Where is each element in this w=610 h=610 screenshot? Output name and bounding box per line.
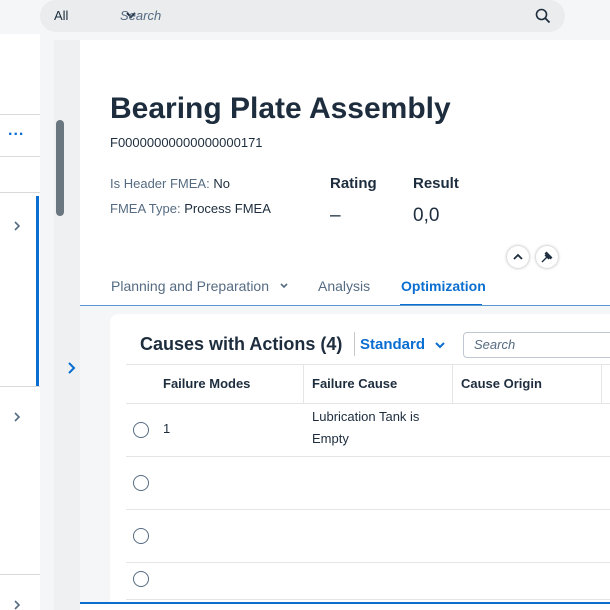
column-divider: [601, 365, 602, 403]
section-tabs: Planning and Preparation Analysis Optimi…: [80, 266, 610, 307]
table-row[interactable]: 1 Lubrication Tank is Empty: [126, 404, 610, 457]
overflow-button[interactable]: ...: [8, 122, 24, 140]
divider: [0, 192, 40, 193]
kpi-result-label: Result: [413, 175, 459, 192]
master-list-pane: ...: [0, 34, 40, 610]
attribute-fmea-type: FMEA Type: Process FMEA: [110, 201, 271, 216]
attribute-is-header-fmea: Is Header FMEA: No: [110, 176, 230, 191]
search-placeholder[interactable]: Search: [120, 8, 161, 23]
pin-icon: [541, 251, 553, 263]
kpi-rating-label: Rating: [330, 175, 377, 192]
tab-planning-and-preparation[interactable]: Planning and Preparation: [111, 278, 289, 294]
row-select-radio[interactable]: [133, 528, 149, 544]
table-header: Failure Modes Failure Cause Cause Origin: [126, 364, 610, 404]
row-select-radio[interactable]: [133, 422, 149, 438]
tab-analysis[interactable]: Analysis: [318, 278, 370, 294]
cell-failure-mode: 1: [163, 421, 171, 436]
expand-chevron-right-icon[interactable]: [66, 362, 78, 374]
row-select-radio[interactable]: [133, 475, 149, 491]
footer-border: [80, 602, 610, 604]
table-title: Causes with Actions (4): [140, 334, 343, 354]
cell-line: Lubrication Tank is: [312, 409, 420, 424]
divider: [0, 386, 40, 387]
attribute-value: Process FMEA: [184, 201, 271, 216]
search-scope-select[interactable]: All: [54, 8, 68, 23]
chevron-down-icon[interactable]: [434, 339, 446, 351]
table-search-placeholder[interactable]: Search: [474, 337, 515, 352]
column-header-failure-cause[interactable]: Failure Cause: [312, 376, 397, 391]
cell-line: Empty: [312, 431, 349, 446]
column-header-failure-modes[interactable]: Failure Modes: [163, 376, 250, 391]
column-divider: [303, 365, 304, 403]
chevron-right-icon[interactable]: [12, 221, 22, 231]
table-row[interactable]: [126, 510, 610, 563]
splitter-scroll-handle[interactable]: [56, 120, 64, 216]
attribute-label: Is Header FMEA:: [110, 176, 210, 191]
causes-with-actions-table-card: Causes with Actions (4) Standard Search …: [110, 314, 610, 602]
table-search-input[interactable]: Search: [463, 332, 610, 358]
table-row[interactable]: [126, 563, 610, 600]
chevron-up-icon: [513, 253, 523, 260]
divider: [0, 114, 40, 115]
column-divider: [452, 365, 453, 403]
divider: [0, 156, 40, 157]
chevron-right-icon[interactable]: [12, 412, 22, 422]
divider: [354, 332, 355, 356]
column-header-cause-origin[interactable]: Cause Origin: [461, 376, 542, 391]
attribute-value: No: [213, 176, 230, 191]
row-select-radio[interactable]: [133, 571, 149, 587]
pin-header-button[interactable]: [536, 246, 558, 268]
variant-management-button[interactable]: Standard: [360, 336, 425, 353]
tab-label: Planning and Preparation: [111, 278, 270, 294]
collapse-header-button[interactable]: [507, 246, 529, 268]
page-title: Bearing Plate Assembly: [110, 92, 451, 125]
attribute-label: FMEA Type:: [110, 201, 181, 216]
shell-bar: All Search: [0, 0, 610, 34]
cell-failure-cause: Lubrication Tank is Empty: [312, 406, 419, 450]
chevron-right-icon[interactable]: [12, 600, 22, 610]
kpi-rating-value: –: [330, 205, 341, 226]
chevron-down-icon: [280, 283, 288, 289]
global-search-field[interactable]: All Search: [40, 0, 565, 32]
object-page: Bearing Plate Assembly F0000000000000000…: [80, 40, 610, 610]
kpi-result-value: 0,0: [413, 205, 440, 226]
object-id: F00000000000000000171: [110, 135, 263, 150]
tab-optimization[interactable]: Optimization: [401, 278, 486, 294]
search-icon[interactable]: [535, 8, 551, 24]
divider: [0, 574, 40, 575]
selected-item-indicator: [36, 196, 39, 386]
table-row[interactable]: [126, 457, 610, 510]
